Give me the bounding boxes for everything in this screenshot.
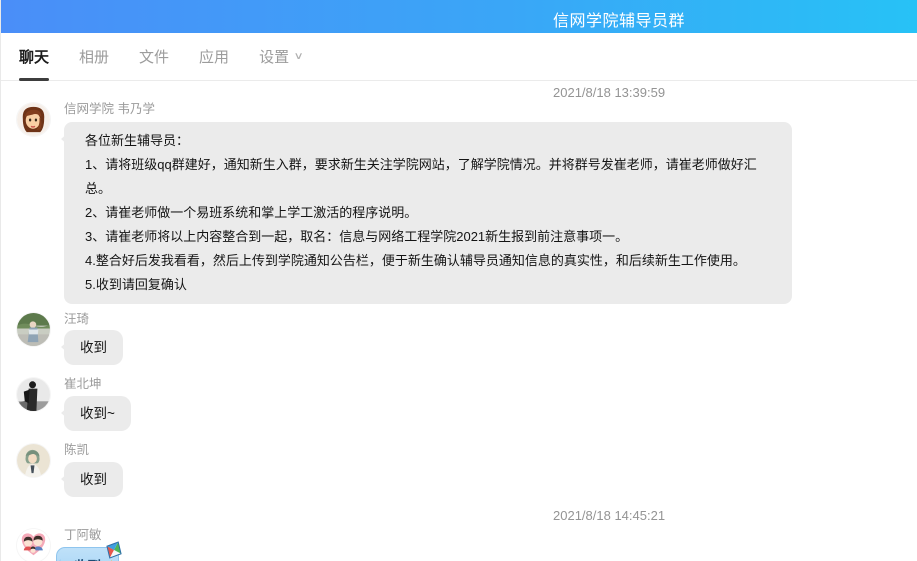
tab-settings[interactable]: 设置 ∨ bbox=[259, 33, 302, 81]
message-line: 5.收到请回复确认 bbox=[85, 273, 771, 297]
message-row: 丁阿敏 收到 bbox=[17, 527, 917, 561]
group-chat-window: 信网学院辅导员群 聊天 相册 文件 应用 设置 ∨ 2021/8/18 13:3… bbox=[0, 0, 917, 561]
tab-chat[interactable]: 聊天 bbox=[19, 33, 49, 81]
avatar[interactable] bbox=[17, 313, 50, 346]
message-bubble: 收到~ bbox=[64, 396, 131, 431]
avatar[interactable] bbox=[17, 444, 50, 477]
tab-apps[interactable]: 应用 bbox=[199, 33, 229, 81]
message-line: 2、请崔老师做一个易班系统和掌上学工激活的程序说明。 bbox=[85, 201, 771, 225]
message-line: 1、请将班级qq群建好，通知新生入群，要求新生关注学院网站，了解学院情况。并将群… bbox=[85, 153, 771, 201]
tab-album[interactable]: 相册 bbox=[79, 33, 109, 81]
avatar[interactable] bbox=[17, 378, 50, 411]
kite-icon bbox=[103, 541, 125, 561]
outdoor-photo-avatar bbox=[17, 313, 50, 346]
chevron-down-icon: ∨ bbox=[294, 51, 304, 62]
sender-name: 信网学院 韦乃学 bbox=[64, 101, 917, 117]
tab-files[interactable]: 文件 bbox=[139, 33, 169, 81]
sender-name: 陈凯 bbox=[64, 442, 917, 458]
avatar[interactable] bbox=[17, 529, 50, 561]
message-row: 汪琦 收到 bbox=[17, 311, 917, 365]
sender-name: 汪琦 bbox=[64, 311, 917, 327]
sender-name: 崔北坤 bbox=[64, 376, 917, 392]
woman-cartoon-avatar bbox=[17, 103, 50, 136]
group-title: 信网学院辅导员群 bbox=[553, 7, 685, 31]
message-line: 4.整合好后发我看看，然后上传到学院通知公告栏，便于新生确认辅导员通知信息的真实… bbox=[85, 249, 771, 273]
message-bubble: 收到 bbox=[64, 330, 123, 365]
tabbar: 聊天 相册 文件 应用 设置 ∨ bbox=[1, 33, 917, 81]
message-row: 崔北坤 收到~ bbox=[17, 376, 917, 431]
chat-message-list[interactable]: 2021/8/18 13:39:59 信网学院 韦乃学 各位新生辅导员： 1、请 bbox=[1, 81, 917, 561]
message-row: 陈凯 收到 bbox=[17, 442, 917, 497]
message-line: 3、请崔老师将以上内容整合到一起，取名：信息与网络工程学院2021新生报到前注意… bbox=[85, 225, 771, 249]
anime-cartoon-avatar bbox=[17, 444, 50, 477]
message-row: 信网学院 韦乃学 各位新生辅导员： 1、请将班级qq群建好，通知新生入群，要求新… bbox=[17, 101, 917, 304]
message-bubble: 各位新生辅导员： 1、请将班级qq群建好，通知新生入群，要求新生关注学院网站，了… bbox=[64, 122, 792, 304]
bw-photo-avatar bbox=[17, 378, 50, 411]
avatar[interactable] bbox=[17, 103, 50, 136]
sender-name: 丁阿敏 bbox=[64, 527, 917, 543]
special-kite-bubble: 收到 bbox=[56, 547, 119, 561]
message-bubble: 收到 bbox=[64, 462, 123, 497]
time-divider: 2021/8/18 13:39:59 bbox=[1, 86, 917, 100]
time-divider: 2021/8/18 14:45:21 bbox=[1, 509, 917, 523]
pink-family-avatar bbox=[17, 529, 50, 561]
message-line: 各位新生辅导员： bbox=[85, 129, 771, 153]
titlebar: 信网学院辅导员群 bbox=[1, 0, 917, 33]
